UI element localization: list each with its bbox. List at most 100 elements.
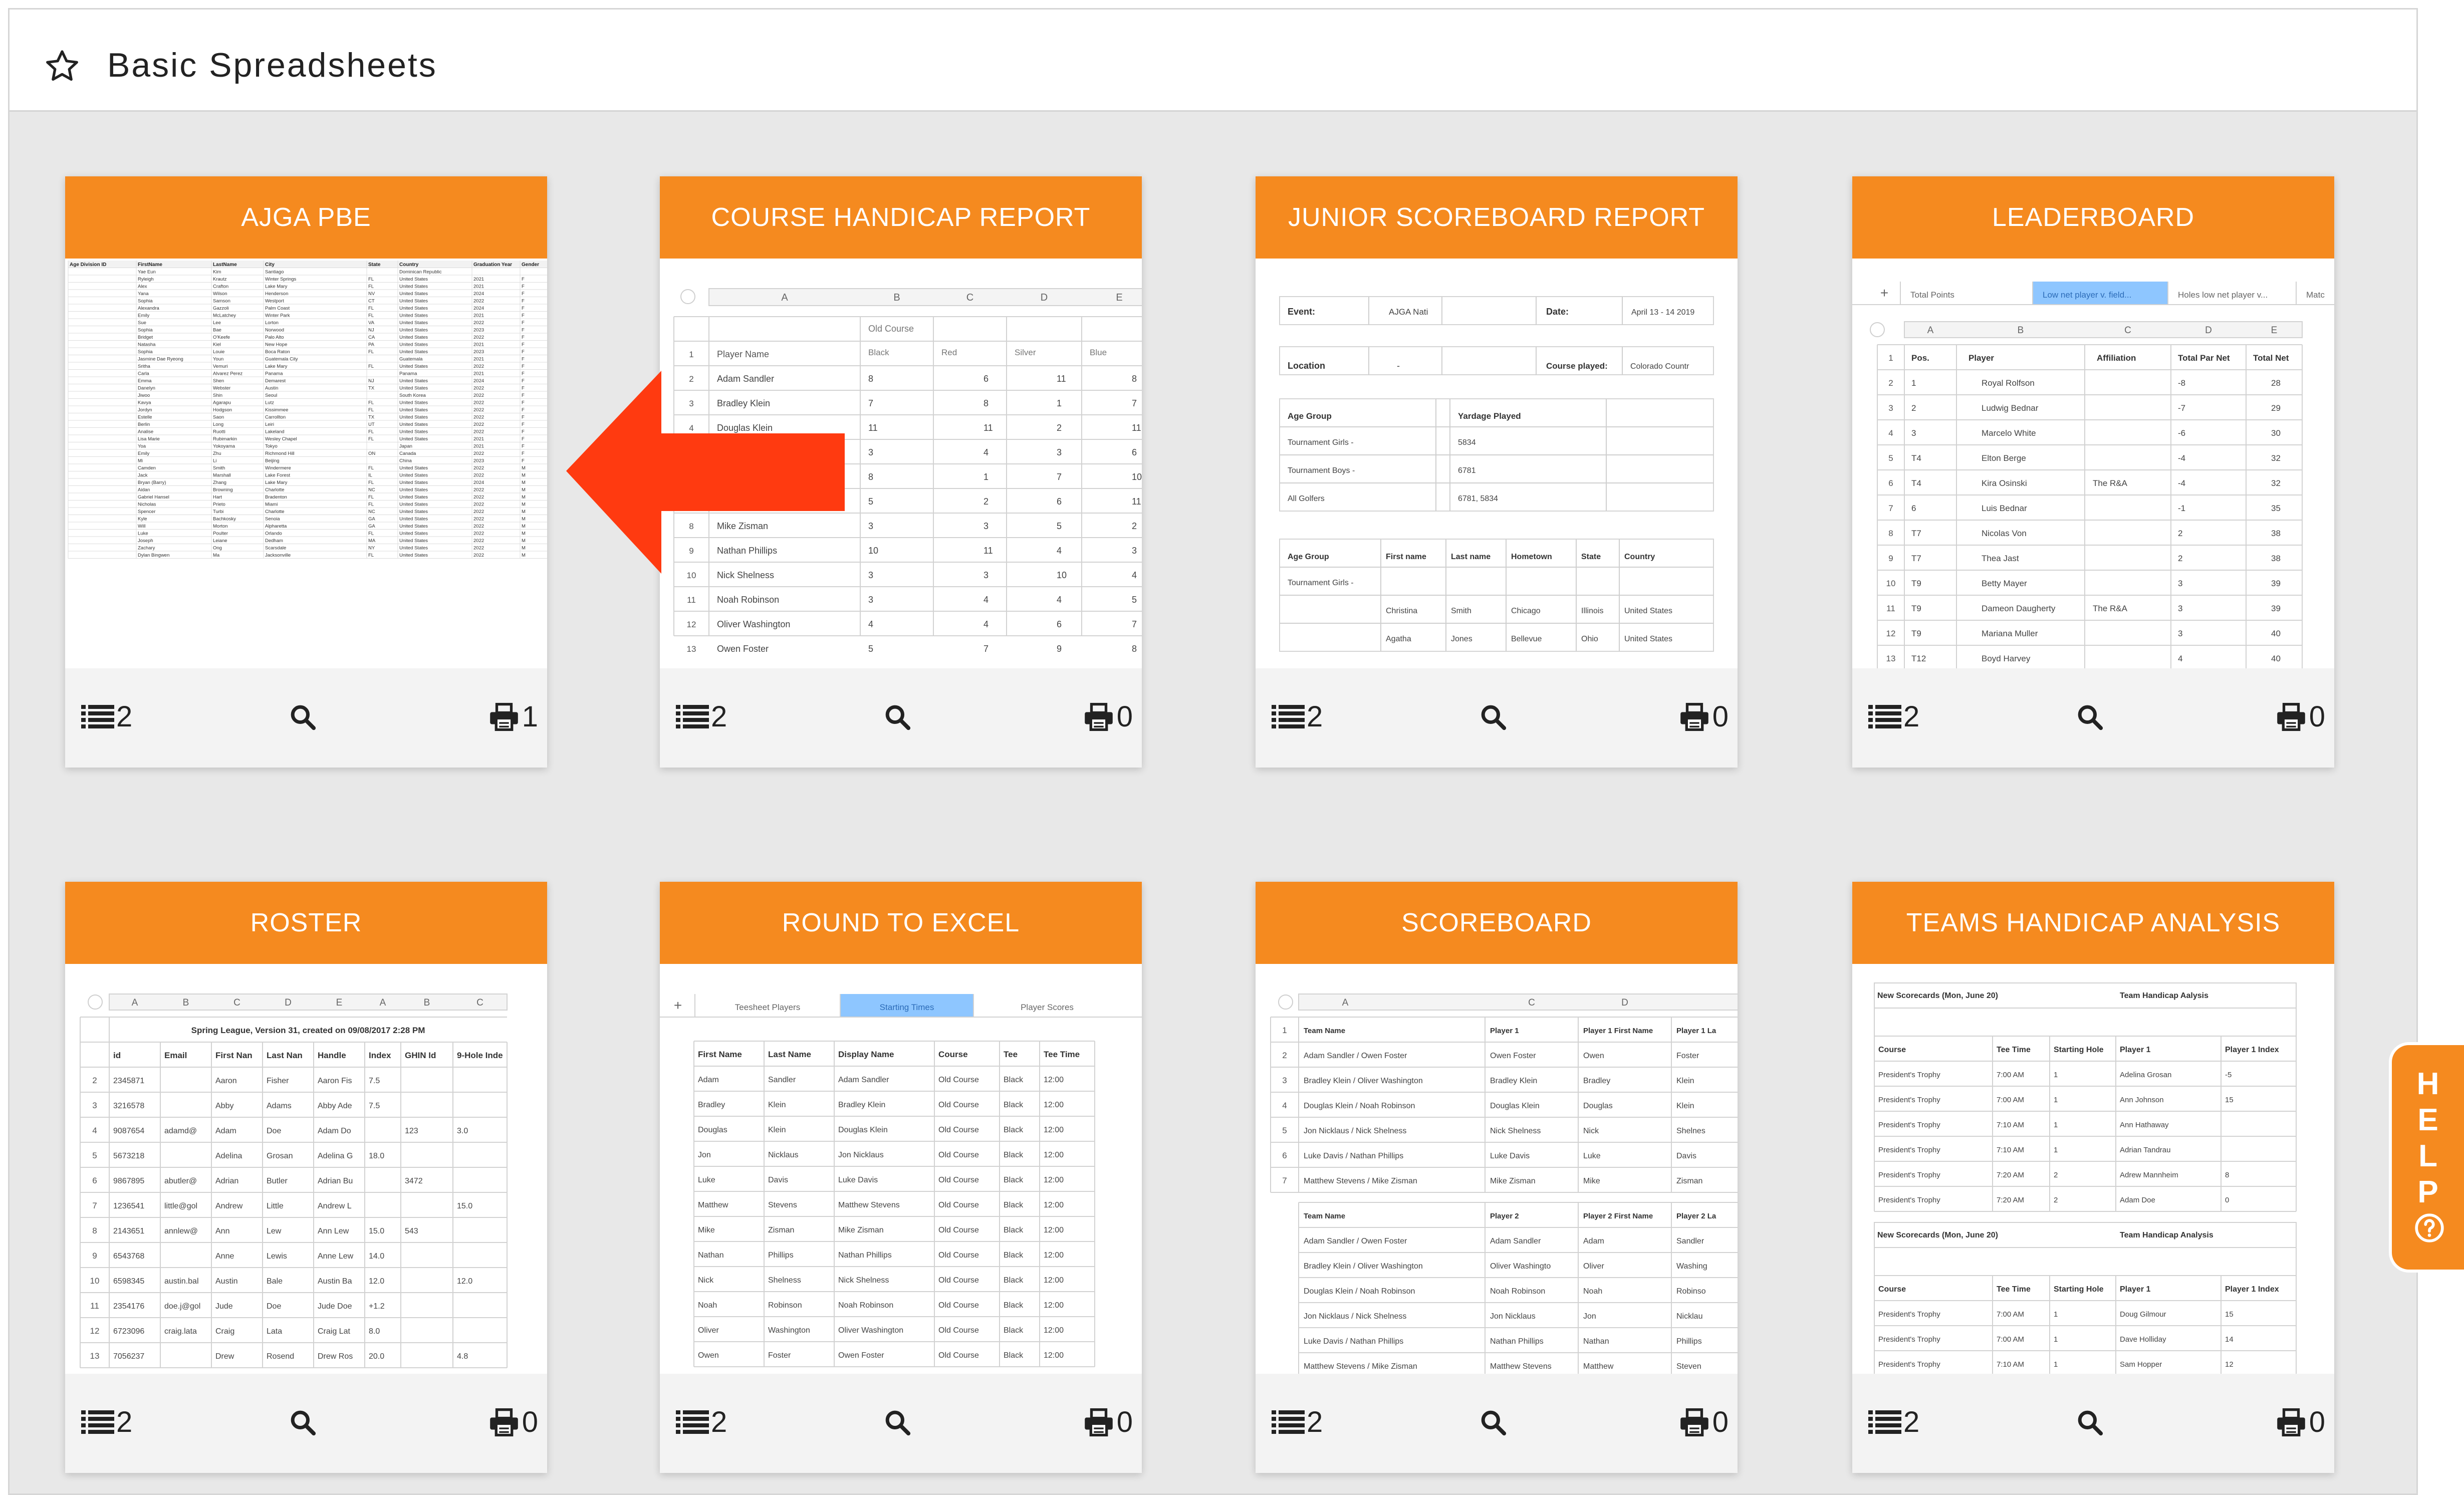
spreadsheet-card[interactable]: AJGA PBE Age Division ID FirstName LastName… xyxy=(65,176,547,768)
search-button[interactable] xyxy=(289,1405,317,1440)
spreadsheet-card[interactable]: LEADERBOARD + Total Points Low net player v… xyxy=(1852,176,2334,768)
spreadsheet-card[interactable]: ROSTER A B C D E A B C Spring League, Version 31,… xyxy=(65,882,547,1473)
search-button[interactable] xyxy=(883,699,911,734)
search-button[interactable] xyxy=(2076,1405,2104,1440)
spreadsheet-card[interactable]: TEAMS HANDICAP ANALYSIS New Scorecards (M… xyxy=(1852,882,2334,1473)
print-button[interactable]: 0 xyxy=(1083,1405,1133,1440)
list-count: 2 xyxy=(1903,1406,1920,1438)
cell: 2024 xyxy=(473,306,484,311)
list-button[interactable]: 2 xyxy=(81,1405,132,1440)
column-header: Player 2 xyxy=(1490,1212,1519,1220)
cell: Bae xyxy=(213,328,221,333)
spreadsheet-preview[interactable]: + Total Points Low net player v. field... H… xyxy=(1852,259,2334,668)
spreadsheet-preview[interactable]: New Scorecards (Mon, June 20) Team Handic… xyxy=(1852,964,2334,1374)
cell: 2022 xyxy=(473,509,484,515)
card-title[interactable]: ROUND TO EXCEL xyxy=(660,882,1142,964)
row-number: 2 xyxy=(1888,378,1893,388)
cell: 12:00 xyxy=(1044,1351,1064,1360)
sheet-tab: Starting Times xyxy=(880,1003,934,1012)
print-count: 0 xyxy=(2309,1406,2325,1438)
cell: 10 xyxy=(1057,570,1067,580)
cell: 1 xyxy=(2054,1146,2058,1154)
search-button[interactable] xyxy=(1479,1405,1507,1440)
card-title[interactable]: AJGA PBE xyxy=(65,176,547,259)
print-button[interactable]: 0 xyxy=(2275,699,2325,734)
cell: Tournament Girls - xyxy=(1288,579,1354,587)
spreadsheet-card[interactable]: ROUND TO EXCEL + Teesheet Players Starting … xyxy=(660,882,1142,1473)
print-button[interactable]: 0 xyxy=(2275,1405,2325,1440)
list-button[interactable]: 2 xyxy=(676,1405,727,1440)
spreadsheet-preview[interactable]: Age Division ID FirstName LastName City Stat… xyxy=(65,259,547,668)
cell: 3 xyxy=(1911,428,1916,438)
cell: 5 xyxy=(1132,595,1137,605)
cell: 2022 xyxy=(473,487,484,493)
list-button[interactable]: 2 xyxy=(1272,1405,1323,1440)
spreadsheet-preview[interactable]: Event: AJGA Nati Date: April 13 - 14 2019 Lo… xyxy=(1256,259,1738,668)
cell: 18.0 xyxy=(369,1152,384,1160)
cell: Adam Do xyxy=(318,1127,351,1135)
cell: Analise xyxy=(138,429,153,435)
card-title[interactable]: COURSE HANDICAP REPORT xyxy=(660,176,1142,259)
cell: Sritha xyxy=(138,364,151,369)
search-button[interactable] xyxy=(883,1405,911,1440)
cell: Yana xyxy=(138,291,149,297)
printer-icon xyxy=(2277,1408,2305,1437)
column-header: Player Name xyxy=(717,349,769,359)
print-button[interactable]: 0 xyxy=(1678,1405,1729,1440)
group-header: Old Course xyxy=(868,324,914,334)
spreadsheet-card[interactable]: SCOREBOARDACDE1Team NamePlayer 1Player 1… xyxy=(1256,882,1738,1473)
column-header: Course xyxy=(1878,1046,1906,1054)
search-button[interactable] xyxy=(289,699,317,734)
search-button[interactable] xyxy=(2076,699,2104,734)
card-title[interactable]: JUNIOR SCOREBOARD REPORT xyxy=(1256,176,1738,259)
spreadsheet-preview[interactable]: A B C D E A B C Spring League, Version 31, creat… xyxy=(65,964,547,1374)
column-header: State xyxy=(1581,553,1601,561)
card-title[interactable]: TEAMS HANDICAP ANALYSIS xyxy=(1852,882,2334,964)
search-button[interactable] xyxy=(1479,699,1507,734)
field-label: Location xyxy=(1288,361,1325,371)
list-button[interactable]: 2 xyxy=(1868,1405,1919,1440)
list-button[interactable]: 2 xyxy=(1272,699,1323,734)
cell: 4.8 xyxy=(457,1352,468,1361)
help-tab[interactable]: HELP xyxy=(2389,1042,2464,1273)
cell: Poulter xyxy=(213,531,228,537)
cell: Mike Zisman xyxy=(838,1226,884,1234)
column-header: Display Name xyxy=(838,1050,894,1059)
print-count: 0 xyxy=(1116,700,1133,733)
cell: Browning xyxy=(213,487,233,493)
row-number: 6 xyxy=(92,1176,97,1185)
print-button[interactable]: 0 xyxy=(1678,699,1729,734)
list-button[interactable]: 2 xyxy=(676,699,727,734)
cell: United States xyxy=(399,277,428,282)
card-title[interactable]: ROSTER xyxy=(65,882,547,964)
cell: United States xyxy=(399,422,428,427)
list-button[interactable]: 2 xyxy=(81,699,132,734)
print-button[interactable]: 0 xyxy=(488,1405,538,1440)
cell: Turbi xyxy=(213,509,223,515)
card-title[interactable]: SCOREBOARD xyxy=(1256,882,1738,964)
star-outline-icon[interactable] xyxy=(44,48,81,85)
cell: 2022 xyxy=(473,531,484,537)
cell: Samson xyxy=(213,299,230,304)
row-number: 11 xyxy=(1886,604,1895,613)
spreadsheet-preview[interactable]: ACDE1Team NamePlayer 1Player 1 First Nam… xyxy=(1256,964,1738,1374)
list-button[interactable]: 2 xyxy=(1868,699,1919,734)
cell: F xyxy=(522,291,525,297)
cell: Panama xyxy=(399,371,417,377)
spreadsheet-card[interactable]: JUNIOR SCOREBOARD REPORT Event: AJGA Nati D… xyxy=(1256,176,1738,768)
column-header: Graduation Year xyxy=(473,262,512,268)
cell: Emily xyxy=(138,451,149,456)
print-button[interactable]: 1 xyxy=(488,699,538,734)
cell: The R&A xyxy=(2093,604,2128,613)
cell: Adam xyxy=(215,1127,236,1135)
cell: United States xyxy=(399,313,428,319)
cell: China xyxy=(399,458,412,464)
cell: 2023 xyxy=(473,349,484,355)
cell: F xyxy=(522,415,525,420)
spreadsheet-preview[interactable]: + Teesheet Players Starting Times Player Sc… xyxy=(660,964,1142,1374)
cell: 8 xyxy=(1132,374,1137,384)
cell: Wesley Chapel xyxy=(265,436,297,442)
column-letter: A xyxy=(132,998,138,1008)
card-title[interactable]: LEADERBOARD xyxy=(1852,176,2334,259)
print-button[interactable]: 0 xyxy=(1083,699,1133,734)
